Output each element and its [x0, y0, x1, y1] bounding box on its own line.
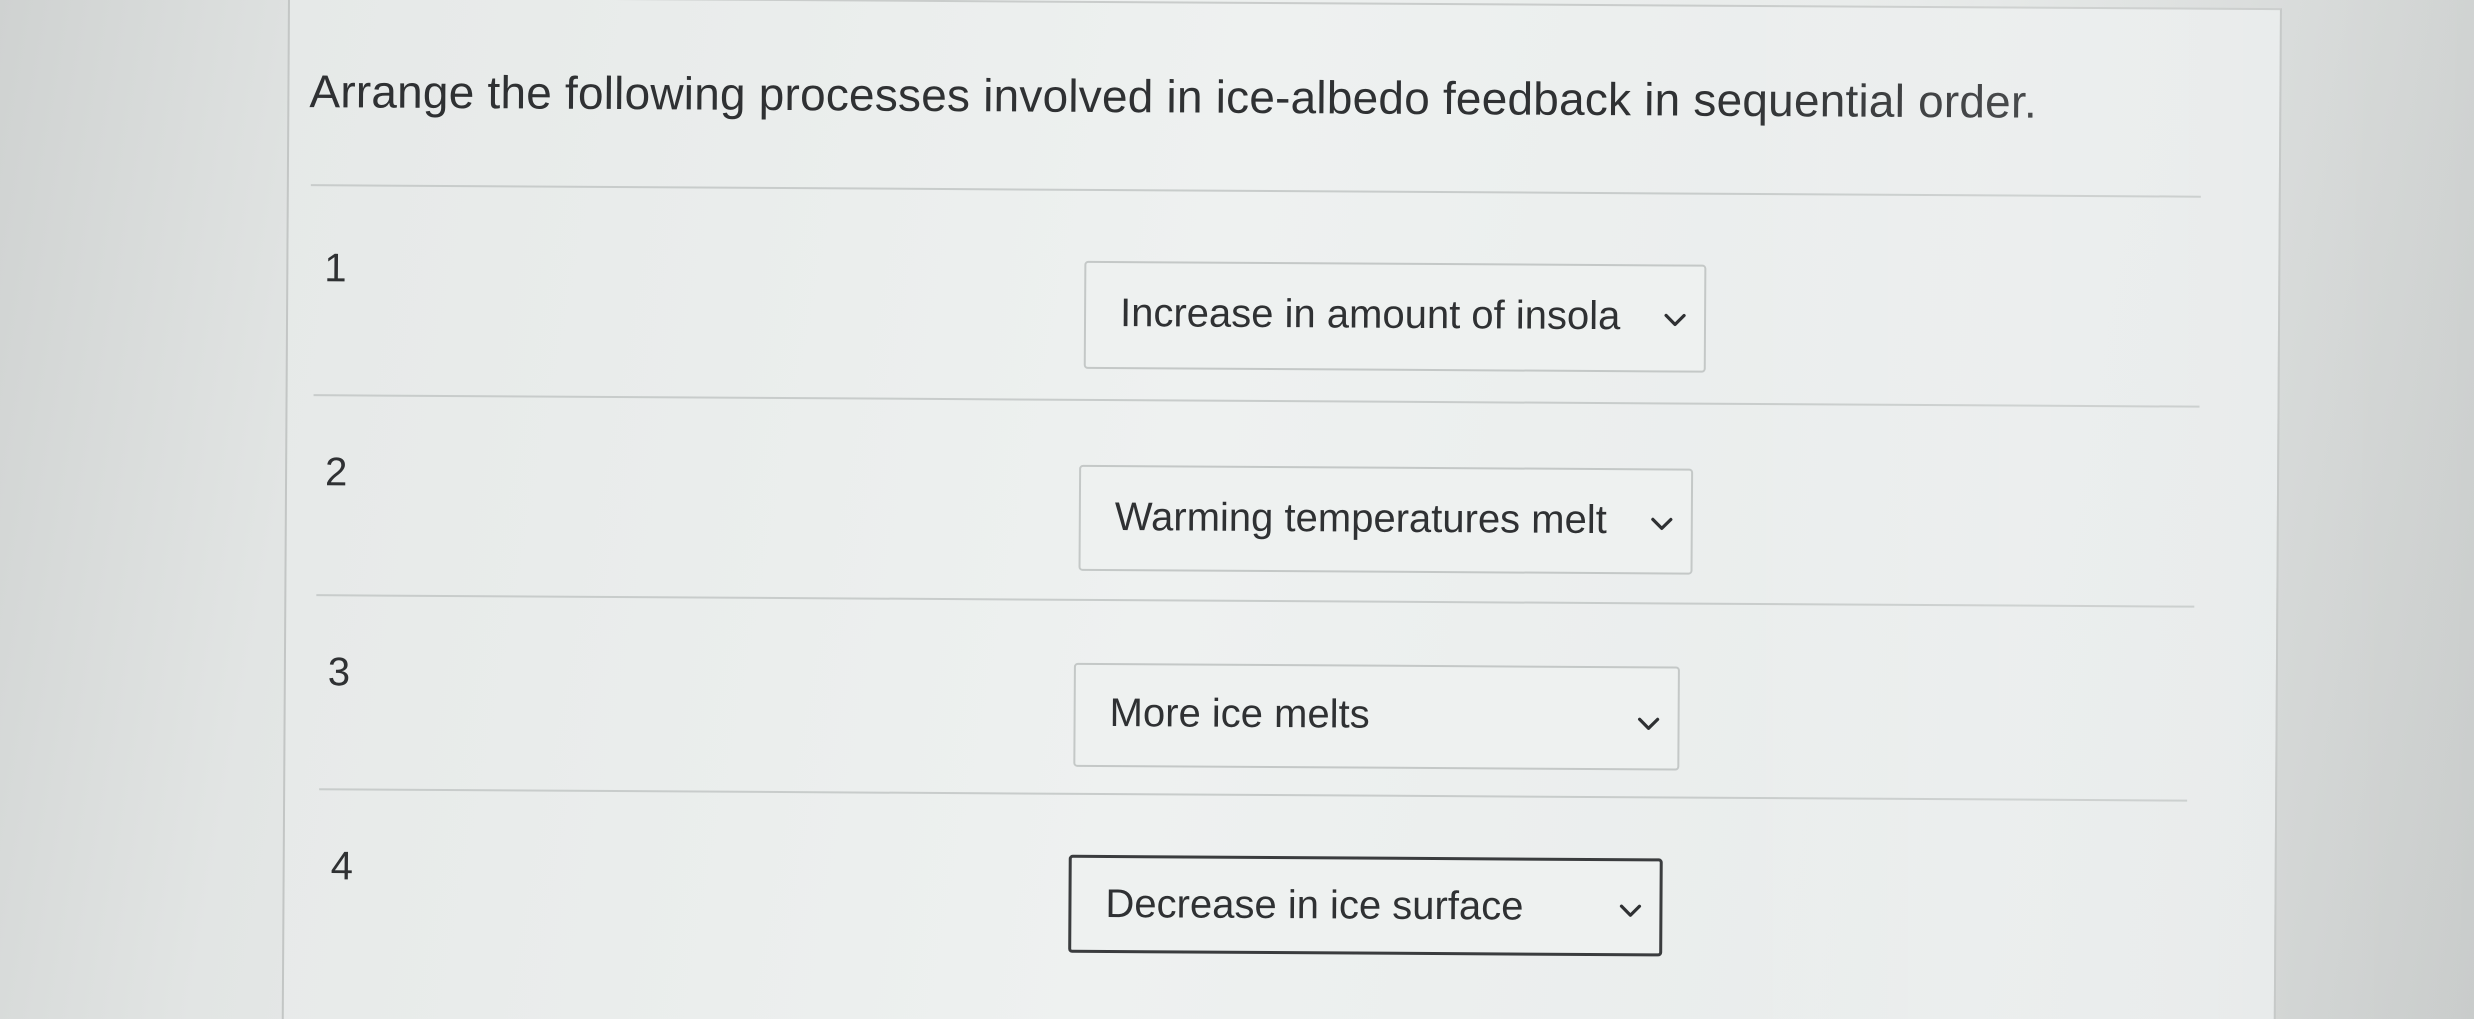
row-number-1: 1: [324, 246, 347, 291]
divider: [316, 594, 2195, 608]
order-dropdown-1[interactable]: Increase in amount of insola: [1083, 260, 1707, 373]
chevron-down-icon: [1619, 904, 1642, 917]
dropdown-value: Warming temperatures melt: [1114, 495, 1607, 543]
row-number-2: 2: [324, 450, 348, 495]
dropdown-value: Increase in amount of insola: [1119, 291, 1621, 339]
chevron-down-icon: [1651, 517, 1673, 531]
divider: [313, 394, 2200, 408]
row-number-4: 4: [330, 844, 354, 889]
screen: Arrange the following processes involved…: [0, 0, 2474, 1019]
divider: [310, 184, 2201, 198]
chevron-down-icon: [1638, 717, 1660, 730]
dropdown-value: Decrease in ice surface: [1105, 882, 1524, 929]
chevron-down-icon: [1664, 313, 1686, 327]
question-prompt: Arrange the following processes involved…: [309, 65, 2038, 128]
order-dropdown-4[interactable]: Decrease in ice surface: [1068, 854, 1663, 957]
order-dropdown-3[interactable]: More ice melts: [1073, 662, 1680, 771]
question-panel: Arrange the following processes involved…: [281, 0, 2282, 1019]
row-number-3: 3: [327, 650, 351, 695]
dropdown-value: More ice melts: [1109, 691, 1370, 737]
divider: [319, 788, 2188, 802]
order-dropdown-2[interactable]: Warming temperatures melt: [1078, 464, 1694, 575]
